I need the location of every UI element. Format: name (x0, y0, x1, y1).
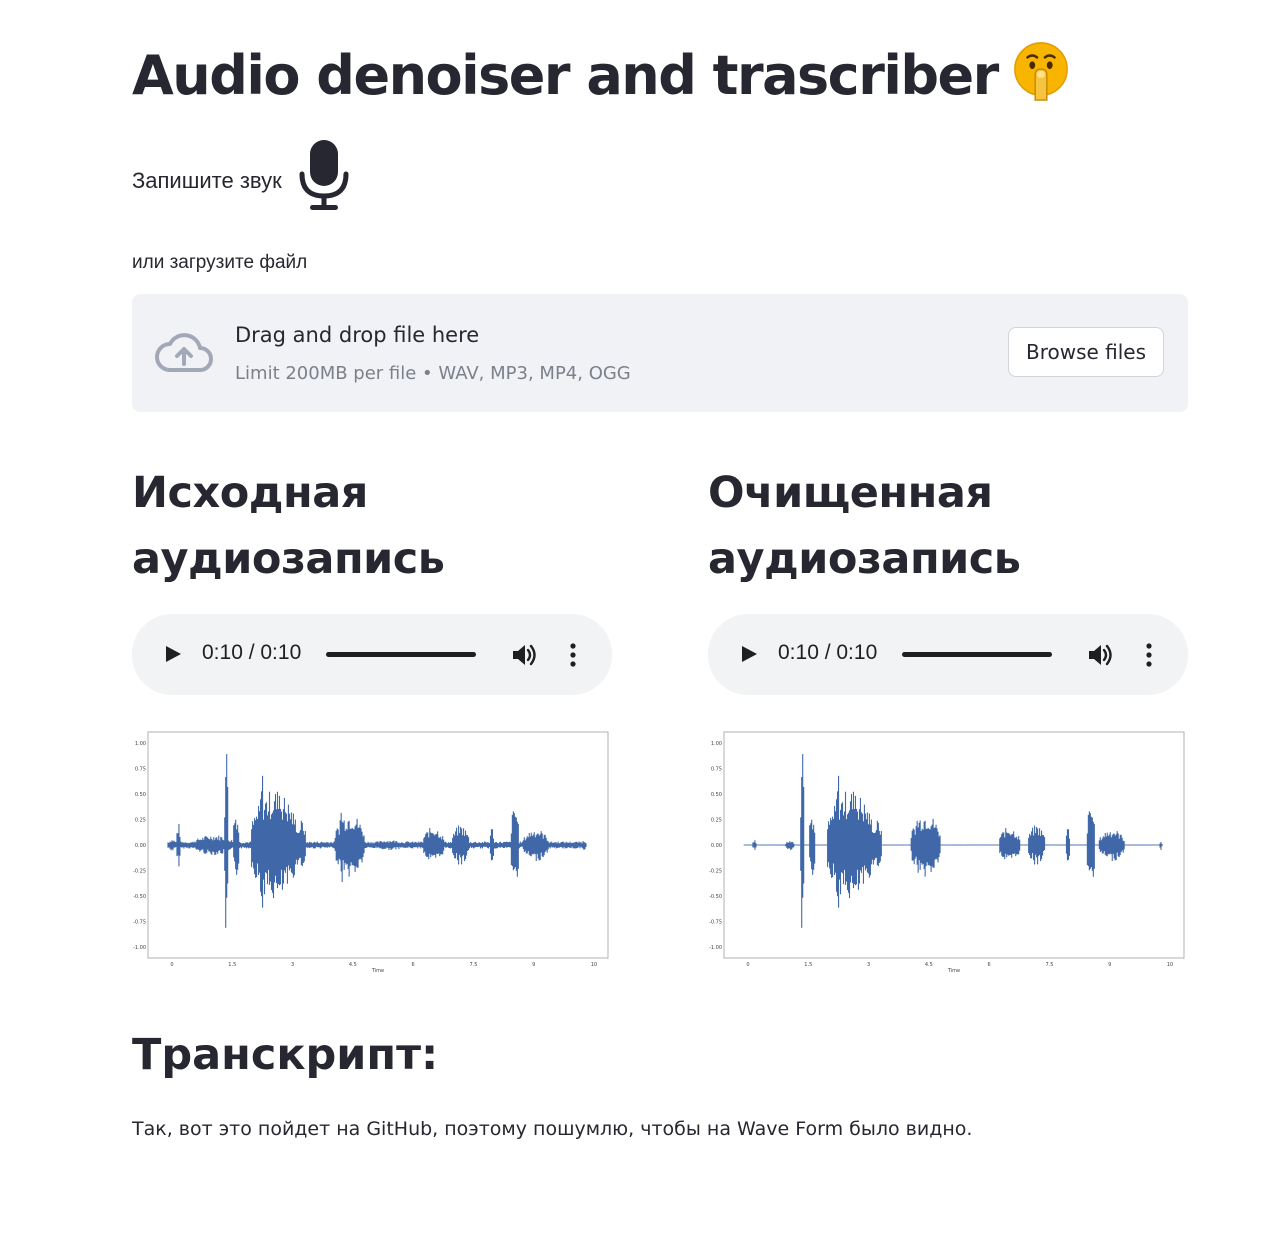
original-heading-line1: Исходная (132, 468, 368, 518)
time-display: 0:10 / 0:10 (202, 641, 302, 664)
y-tick-label: 0.25 (135, 818, 146, 824)
cleaned-heading-line1: Очищенная (708, 468, 993, 518)
volume-icon[interactable] (1086, 641, 1114, 669)
x-axis-label: Time (947, 968, 960, 974)
seek-bar-progress (326, 652, 476, 657)
seek-bar-progress (902, 652, 1052, 657)
transcript-text: Так, вот это пойдет на GitHub, поэтому п… (132, 1118, 973, 1140)
page-title-text: Audio denoiser and trascriber (132, 44, 999, 107)
x-tick-label: 0 (170, 962, 173, 968)
x-tick-label: 9 (1108, 962, 1111, 968)
record-label: Запишите звук (132, 168, 282, 193)
original-heading: Исходная аудиозапись (132, 460, 612, 592)
play-icon[interactable] (736, 642, 760, 666)
upload-label: или загрузите файл (132, 252, 308, 273)
original-audio-column: Исходная аудиозапись 0:10 / 0:10 1.00 0.7… (132, 460, 612, 974)
cleaned-audio-player: 0:10 / 0:10 (708, 614, 1188, 695)
y-tick-label: 0.25 (711, 818, 722, 824)
seek-bar[interactable] (902, 652, 1052, 657)
y-tick-label: -0.75 (133, 920, 146, 926)
x-tick-label: 7.5 (1045, 962, 1053, 968)
y-tick-label: 0.00 (711, 843, 722, 849)
y-tick-label: -1.00 (133, 945, 146, 951)
cleaned-heading-line2: аудиозапись (708, 534, 1021, 584)
x-tick-label: 10 (591, 962, 597, 968)
y-tick-label: 0.50 (711, 792, 722, 798)
y-tick-label: -0.25 (133, 869, 146, 875)
transcript-heading: Транскрипт: (132, 1030, 439, 1080)
original-audio-player: 0:10 / 0:10 (132, 614, 612, 695)
y-tick-label: -0.50 (133, 894, 146, 900)
page-title: Audio denoiser and trascriber (132, 38, 1072, 114)
file-dropzone[interactable]: Drag and drop file here Limit 200MB per … (132, 294, 1188, 412)
y-tick-label: 0.75 (711, 767, 722, 773)
x-tick-label: 4.5 (349, 962, 357, 968)
x-tick-label: 6 (988, 962, 991, 968)
y-tick-label: 0.75 (135, 767, 146, 773)
x-tick-label: 10 (1167, 962, 1173, 968)
x-tick-label: 4.5 (925, 962, 933, 968)
cleaned-audio-column: Очищенная аудиозапись 0:10 / 0:10 1.00 0.… (708, 460, 1188, 974)
microphone-icon[interactable] (296, 138, 352, 214)
seek-bar[interactable] (326, 652, 476, 657)
dropzone-title: Drag and drop file here (235, 323, 480, 347)
y-tick-label: -1.00 (709, 945, 722, 951)
browse-files-button[interactable]: Browse files (1008, 327, 1164, 377)
original-heading-line2: аудиозапись (132, 534, 445, 584)
x-tick-label: 1.5 (804, 962, 812, 968)
y-tick-label: -0.25 (709, 869, 722, 875)
y-tick-label: 0.00 (135, 843, 146, 849)
audio-recorder: Запишите звук (132, 136, 352, 216)
shushing-face-icon (1013, 42, 1068, 101)
y-tick-label: 1.00 (135, 741, 146, 747)
y-tick-label: 1.00 (711, 741, 722, 747)
cleaned-heading: Очищенная аудиозапись (708, 460, 1188, 592)
x-tick-label: 3 (867, 962, 870, 968)
y-tick-label: -0.50 (709, 894, 722, 900)
x-axis-label: Time (371, 968, 384, 974)
original-waveform-plot: 1.00 0.75 0.50 0.25 0.00 -0.25 -0.50 -0.75 -1.00… (133, 731, 609, 974)
x-tick-label: 6 (412, 962, 415, 968)
x-tick-label: 1.5 (228, 962, 236, 968)
volume-icon[interactable] (510, 641, 538, 669)
y-tick-label: -0.75 (709, 920, 722, 926)
cleaned-waveform-plot: 1.00 0.75 0.50 0.25 0.00 -0.25 -0.50 -0.75 -1.00… (709, 731, 1185, 974)
x-tick-label: 7.5 (469, 962, 477, 968)
dropzone-hint: Limit 200MB per file • WAV, MP3, MP4, OG… (235, 363, 631, 384)
cloud-upload-icon (155, 333, 213, 372)
play-icon[interactable] (160, 642, 184, 666)
x-tick-label: 9 (532, 962, 535, 968)
more-options-icon[interactable] (564, 641, 582, 669)
x-tick-label: 3 (291, 962, 294, 968)
y-tick-label: 0.50 (135, 792, 146, 798)
x-tick-label: 0 (746, 962, 749, 968)
time-display: 0:10 / 0:10 (778, 641, 878, 664)
more-options-icon[interactable] (1140, 641, 1158, 669)
